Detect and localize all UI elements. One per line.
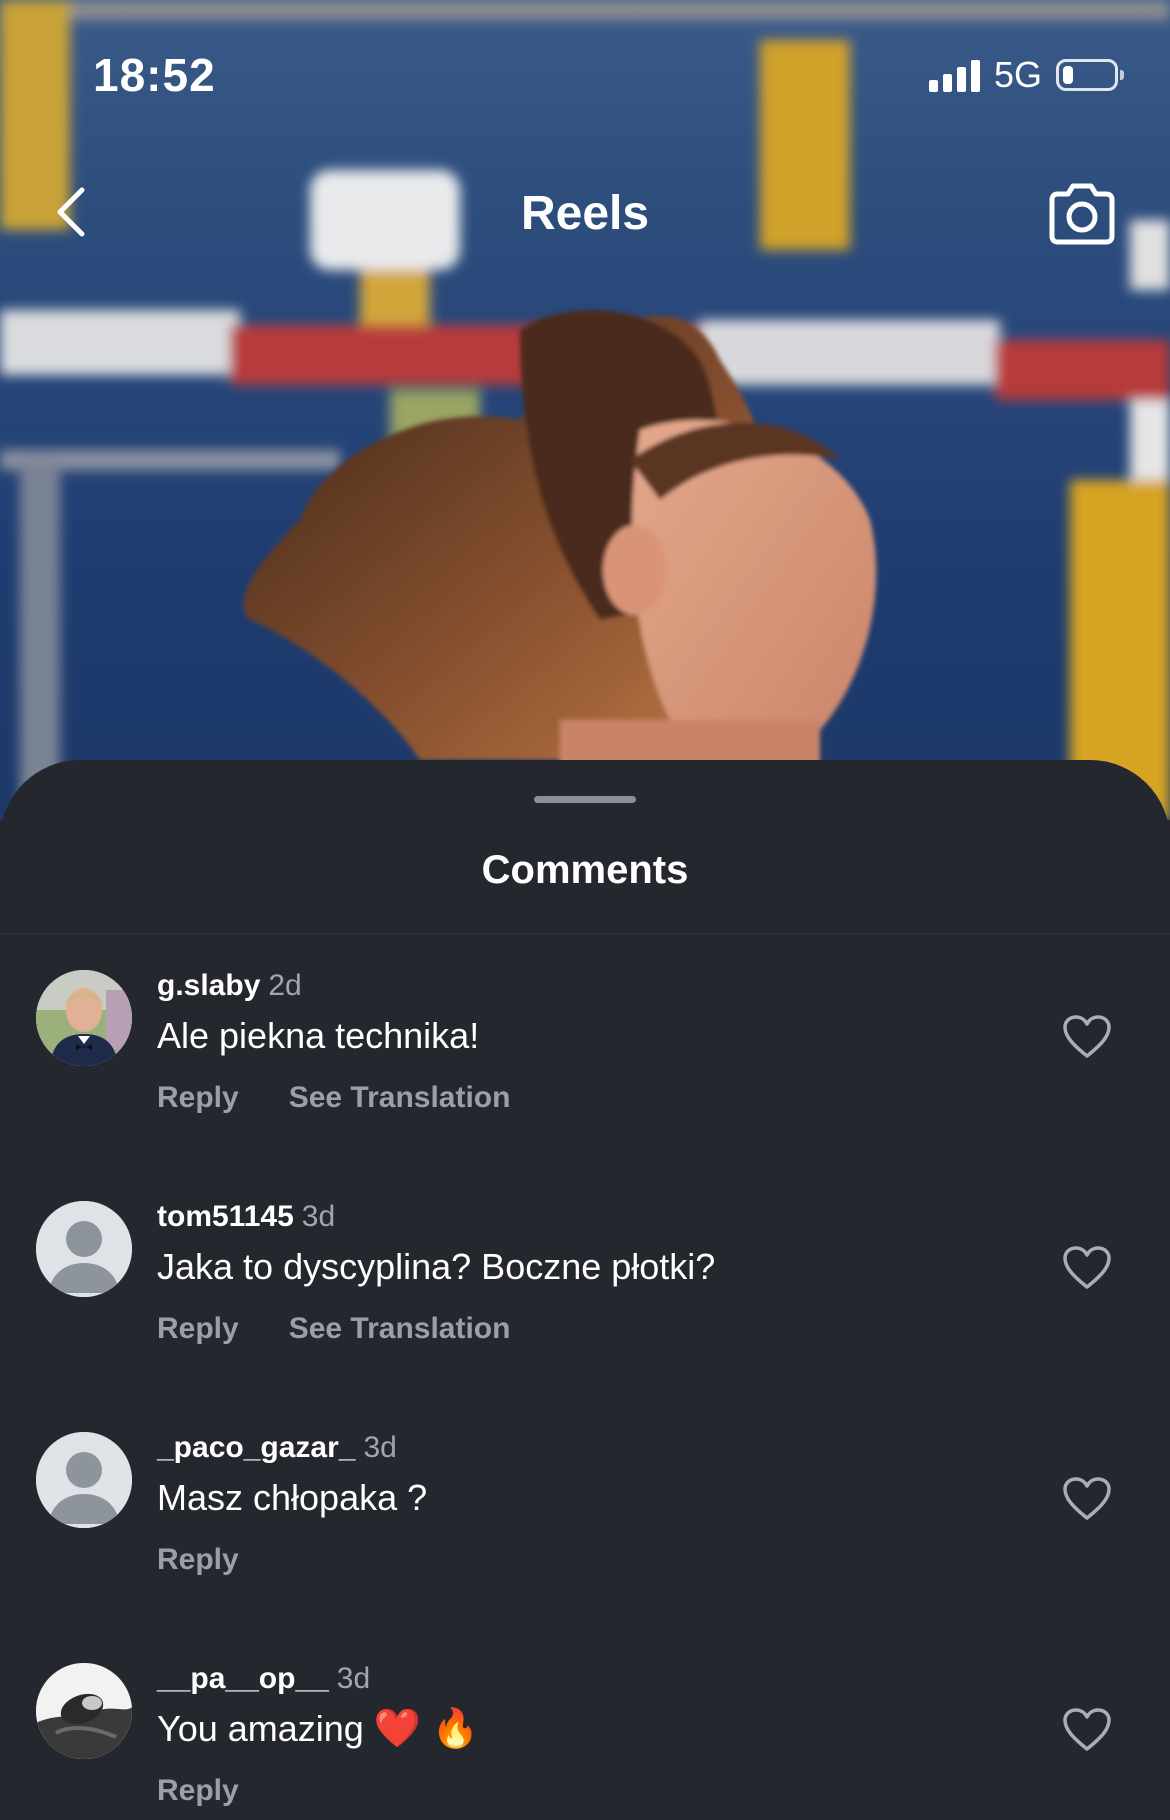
comment-text: Ale piekna technika!: [157, 1015, 480, 1056]
comment-username[interactable]: __pa__op__: [157, 1662, 329, 1695]
comment-username[interactable]: tom51145: [157, 1200, 294, 1233]
comment-item: __pa__op__ 3d You amazing ❤️ 🔥 Reply: [0, 1627, 1170, 1820]
reels-header: Reels: [0, 160, 1170, 270]
comment-text: You amazing ❤️ 🔥: [157, 1705, 479, 1753]
status-time: 18:52: [93, 49, 216, 101]
avatar[interactable]: [36, 1201, 132, 1297]
status-bar: 18:52 5G: [0, 0, 1170, 150]
reply-button[interactable]: Reply: [157, 1771, 239, 1811]
emoji-heart-fire: ❤️ 🔥: [373, 1708, 480, 1750]
reply-button[interactable]: Reply: [157, 1078, 239, 1118]
status-indicators: 5G: [928, 54, 1124, 96]
comment-timestamp: 2d: [268, 969, 302, 1002]
default-avatar-icon: [36, 1201, 132, 1297]
user-photo-avatar: [36, 970, 132, 1066]
comment-actions: Reply See Translation: [157, 1078, 510, 1118]
like-button[interactable]: [1062, 1014, 1112, 1060]
comment-text-body: You amazing: [157, 1708, 364, 1749]
see-translation-button[interactable]: See Translation: [289, 1309, 511, 1349]
like-button[interactable]: [1062, 1245, 1112, 1291]
comment-item: _paco_gazar_ 3d Masz chłopaka ? Reply: [0, 1396, 1170, 1627]
user-photo-avatar: [36, 1663, 132, 1759]
reply-button[interactable]: Reply: [157, 1309, 239, 1349]
comment-meta: __pa__op__ 3d: [157, 1659, 370, 1699]
heart-icon: [1063, 1477, 1111, 1520]
avatar[interactable]: [36, 1432, 132, 1528]
page-title: Reels: [520, 187, 650, 240]
comment-text: Masz chłopaka ?: [157, 1477, 428, 1518]
comment-meta: _paco_gazar_ 3d: [157, 1428, 397, 1468]
heart-icon: [1063, 1246, 1111, 1289]
comment-timestamp: 3d: [301, 1200, 336, 1233]
comment-item: tom51145 3d Jaka to dyscyplina? Boczne pł…: [0, 1165, 1170, 1396]
heart-icon: [1063, 1015, 1111, 1058]
camera-button[interactable]: [1042, 174, 1122, 254]
comment-list: g.slaby 2d Ale piekna technika! Reply See…: [0, 934, 1170, 1820]
comment-timestamp: 3d: [336, 1662, 371, 1695]
comment-actions: Reply: [157, 1771, 239, 1811]
default-avatar-icon: [36, 1432, 132, 1528]
comment-actions: Reply See Translation: [157, 1309, 510, 1349]
signal-icon: [928, 58, 980, 92]
battery-icon: [1056, 59, 1124, 91]
comments-title: Comments: [481, 848, 689, 892]
battery-level: [1063, 66, 1073, 84]
comment-username[interactable]: _paco_gazar_: [157, 1431, 355, 1464]
comment-actions: Reply: [157, 1540, 239, 1580]
network-label: 5G: [993, 54, 1042, 95]
reply-button[interactable]: Reply: [157, 1540, 239, 1580]
camera-icon: [1049, 183, 1115, 245]
comments-sheet: Comments g.slaby 2d Ale piekna technika!…: [0, 760, 1170, 1820]
sheet-grabber[interactable]: [534, 796, 636, 803]
comment-timestamp: 3d: [363, 1431, 397, 1464]
avatar[interactable]: [36, 970, 132, 1066]
comment-meta: tom51145 3d: [157, 1197, 335, 1237]
like-button[interactable]: [1062, 1707, 1112, 1753]
heart-icon: [1063, 1708, 1111, 1751]
avatar[interactable]: [36, 1663, 132, 1759]
comment-item: g.slaby 2d Ale piekna technika! Reply See…: [0, 934, 1170, 1165]
comment-meta: g.slaby 2d: [157, 966, 302, 1006]
comment-username[interactable]: g.slaby: [157, 969, 260, 1002]
see-translation-button[interactable]: See Translation: [289, 1078, 511, 1118]
like-button[interactable]: [1062, 1476, 1112, 1522]
comment-text: Jaka to dyscyplina? Boczne płotki?: [157, 1246, 716, 1287]
reels-comments-screen: 18:52 5G Reels Comments g.slaby 2d Ale p…: [0, 0, 1170, 1820]
